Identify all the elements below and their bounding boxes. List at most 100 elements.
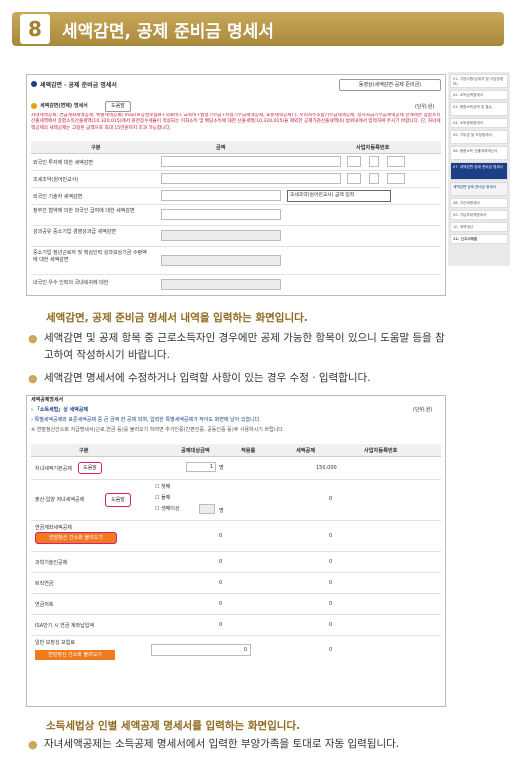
bizno-input-3[interactable] bbox=[387, 173, 405, 184]
table-row: 중소기업 청년근로자 및 핵심인력 성과보상기금 수령액에 대한 세액감면 bbox=[31, 247, 441, 275]
table-row: 조세조약(원어민교사) bbox=[31, 171, 441, 188]
screenshot-tax-credit-form: 세액공제명세서 › 「소득세법」상 세액공제 (단위:원) › 특별세액공제와 … bbox=[26, 395, 446, 707]
bullet-text: 자녀세액공제는 소득공제 명세서에서 입력한 부양가족을 토대로 자동 입력됩니… bbox=[44, 738, 400, 750]
row-label: 과학기술인공제 bbox=[35, 560, 68, 566]
credit-amount: 0 bbox=[329, 601, 333, 607]
sidebar-item-10[interactable]: 10. 세액계산 bbox=[450, 222, 508, 232]
row-label: 연금저축 bbox=[35, 602, 54, 608]
screenshot-tax-reduction-form: 세액감면 · 공제 준비금 명세서 동영상(세액감면·공제 준비금) 세액감면(… bbox=[26, 74, 446, 296]
table-row: 성과공유 중소기업 경영성과급 세액감면 bbox=[31, 226, 441, 247]
option-second[interactable]: ☐ 둘째 bbox=[155, 494, 170, 501]
screen1-title: 세액감면 · 공제 준비금 명세서 bbox=[40, 82, 117, 89]
sidebar-item-04[interactable]: 04. 소득공제명세서 bbox=[450, 118, 508, 128]
option-first-label: 첫째 bbox=[161, 484, 171, 490]
sidebar-item-08[interactable]: 08. 가산세명세서 bbox=[450, 198, 508, 208]
target-amount: 0 bbox=[219, 622, 223, 628]
amount-input[interactable] bbox=[161, 173, 341, 184]
row-label: 조세조약(원어민교사) bbox=[33, 177, 79, 183]
row-label: 출산·입양 자녀세액공제 bbox=[35, 497, 85, 503]
table-row: 외국인 기술자 세액감면 조세조약(원어민교사) 금액 입력 bbox=[31, 188, 441, 205]
section-number: 8 bbox=[20, 14, 50, 44]
target-amount: 0 bbox=[219, 601, 223, 607]
col-bizno: 사업자등록번호 bbox=[356, 145, 390, 151]
option-third-label: 셋째이상 bbox=[161, 506, 180, 512]
amount-input[interactable] bbox=[161, 255, 281, 266]
amount-input[interactable] bbox=[161, 190, 281, 201]
amount-input[interactable] bbox=[161, 156, 341, 167]
table-row: ISA만기 시 연금 계좌납입액 0 0 bbox=[31, 615, 441, 636]
table-row: 일반 보장성 보험료 연말정산 간소화 불러오기 0 0 bbox=[31, 636, 441, 666]
sidebar-item-06[interactable]: 06. 종합소득 산출세액계산서 bbox=[450, 146, 508, 160]
row-label: 성과공유 중소기업 경영성과급 세액감면 bbox=[33, 229, 116, 235]
sidebar-item-05[interactable]: 05. 기부금 및 조정명세서 bbox=[450, 130, 508, 144]
child-count-input[interactable]: 1 bbox=[186, 462, 216, 472]
row-label: 외국인 투자에 대한 세액감면 bbox=[33, 160, 93, 166]
screen2-title: 세액공제명세서 bbox=[31, 397, 64, 403]
bizno-input-2[interactable] bbox=[369, 156, 379, 167]
option-third[interactable]: ☐ 셋째이상 bbox=[155, 505, 179, 512]
bullet-list-2: ● 자녀세액공제는 소득공제 명세서에서 입력한 부양가족을 토대로 자동 입력됩… bbox=[28, 736, 448, 753]
amount-input[interactable] bbox=[161, 279, 281, 290]
sidebar-item-01[interactable]: 01. 기본사항(납세자 및 사업장정보) bbox=[450, 74, 508, 88]
notice-text: 자녀세액공제, 연금계좌세액공제, 특별세액공제( max(보장성보험료+의료비… bbox=[31, 113, 441, 131]
row-label: ISA만기 시 연금 계좌납입액 bbox=[35, 623, 94, 629]
video-button[interactable]: 동영상(세액감면·공제 준비금) bbox=[339, 79, 441, 91]
table-header-2: 구분 공제대상금액 적용률 세액공제 사업자등록번호 bbox=[31, 444, 441, 457]
col-category: 구분 bbox=[79, 448, 89, 454]
target-amount-input[interactable]: 0 bbox=[151, 644, 251, 656]
table-row: 퇴직연금 0 0 bbox=[31, 573, 441, 594]
subtitle-dot-icon bbox=[31, 103, 37, 109]
sidebar-item-07[interactable]: 07. 세액감면·공제 준비금 명세서 bbox=[450, 162, 508, 180]
target-amount: 0 bbox=[219, 533, 223, 539]
table-row: 과학기술인공제 0 0 bbox=[31, 552, 441, 573]
row-label: 내국인 우수 인력의 국내복귀에 대한 bbox=[33, 280, 109, 286]
credit-amount: 0 bbox=[329, 647, 333, 653]
credit-amount: 150,000 bbox=[316, 465, 337, 471]
help-button[interactable]: 도움말 bbox=[78, 462, 102, 474]
credit-amount: 0 bbox=[329, 622, 333, 628]
bizno-input-1[interactable] bbox=[347, 156, 361, 167]
bizno-input-1[interactable] bbox=[347, 173, 361, 184]
bizno-input-2[interactable] bbox=[369, 173, 379, 184]
bizno-input-3[interactable] bbox=[387, 156, 405, 167]
bullet-item: ● 세액감면 및 공제 항목 중 근로소득자인 경우에만 공제 가능한 항목이 있… bbox=[28, 330, 448, 364]
table-row: 연금저축 0 0 bbox=[31, 594, 441, 615]
table-row: 외국인 투자에 대한 세액감면 bbox=[31, 154, 441, 171]
sidebar-item-03[interactable]: 03. 종합소득금액 및 결손 bbox=[450, 102, 508, 116]
target-amount: 0 bbox=[219, 559, 223, 565]
amount-input[interactable] bbox=[161, 209, 281, 220]
option-first[interactable]: ☐ 첫째 bbox=[155, 483, 170, 490]
load-simplified-button[interactable]: 연말정산 간소화 불러오기 bbox=[35, 532, 117, 544]
sidebar-item-02[interactable]: 02. 소득금액명세서 bbox=[450, 90, 508, 100]
sidebar-item-09[interactable]: 09. 기납부세액명세서 bbox=[450, 210, 508, 220]
title-dot-icon bbox=[31, 81, 37, 87]
load-simplified-button[interactable]: 연말정산 간소화 불러오기 bbox=[35, 650, 115, 660]
unit-label-2: (단위:원) bbox=[413, 407, 433, 413]
help-button[interactable]: 도움말 bbox=[105, 101, 131, 112]
help-button[interactable]: 도움말 bbox=[105, 493, 131, 507]
col-target: 공제대상금액 bbox=[181, 448, 210, 454]
credit-amount: 0 bbox=[329, 496, 333, 502]
row-label: 퇴직연금 bbox=[35, 581, 54, 587]
caption-2: 소득세법상 인별 세액공제 명세서를 입력하는 화면입니다. bbox=[46, 720, 301, 732]
table-row: 출산·입양 자녀세액공제 도움말 ☐ 첫째 ☐ 둘째 ☐ 셋째이상 명 0 bbox=[31, 480, 441, 521]
note-1: › 특별세액공제와 표준세액공제 중 큰 금액 한 공제 되며, 입력한 특별세… bbox=[31, 417, 261, 423]
col-rate: 적용률 bbox=[241, 448, 256, 454]
amount-input[interactable] bbox=[161, 230, 281, 241]
third-count-input[interactable] bbox=[199, 504, 215, 514]
table-header: 구분 금액 사업자등록번호 bbox=[31, 141, 441, 154]
row-label: 중소기업 청년근로자 및 핵심인력 성과보상기금 수령액에 대한 세액감면 bbox=[33, 250, 147, 263]
screen2-subtitle-text: 「소득세법」상 세액공제 bbox=[34, 407, 88, 413]
screen1-subtitle: 세액감면(면제) 명세서 bbox=[40, 103, 88, 109]
credit-amount: 0 bbox=[329, 580, 333, 586]
sidebar-subitem-07[interactable]: 세액감면·공제 준비금 명세서 bbox=[450, 182, 508, 196]
row-label: 외국인 기술자 세액감면 bbox=[33, 194, 83, 200]
bullet-list-1: ● 세액감면 및 공제 항목 중 근로소득자인 경우에만 공제 가능한 항목이 있… bbox=[28, 330, 448, 387]
table-row: 연금계좌세액공제 연말정산 간소화 불러오기 0 0 bbox=[31, 521, 441, 552]
row-label: 일반 보장성 보험료 bbox=[35, 640, 75, 646]
row-label: 자녀세액기본공제 bbox=[35, 466, 72, 472]
sidebar-item-11[interactable]: 11. 신고서제출 bbox=[450, 234, 508, 244]
row-label: 정부간 협약에 의한 외국인 급여에 대한 세액감면 bbox=[33, 208, 135, 214]
target-amount: 0 bbox=[219, 580, 223, 586]
unit: 명 bbox=[219, 465, 224, 471]
